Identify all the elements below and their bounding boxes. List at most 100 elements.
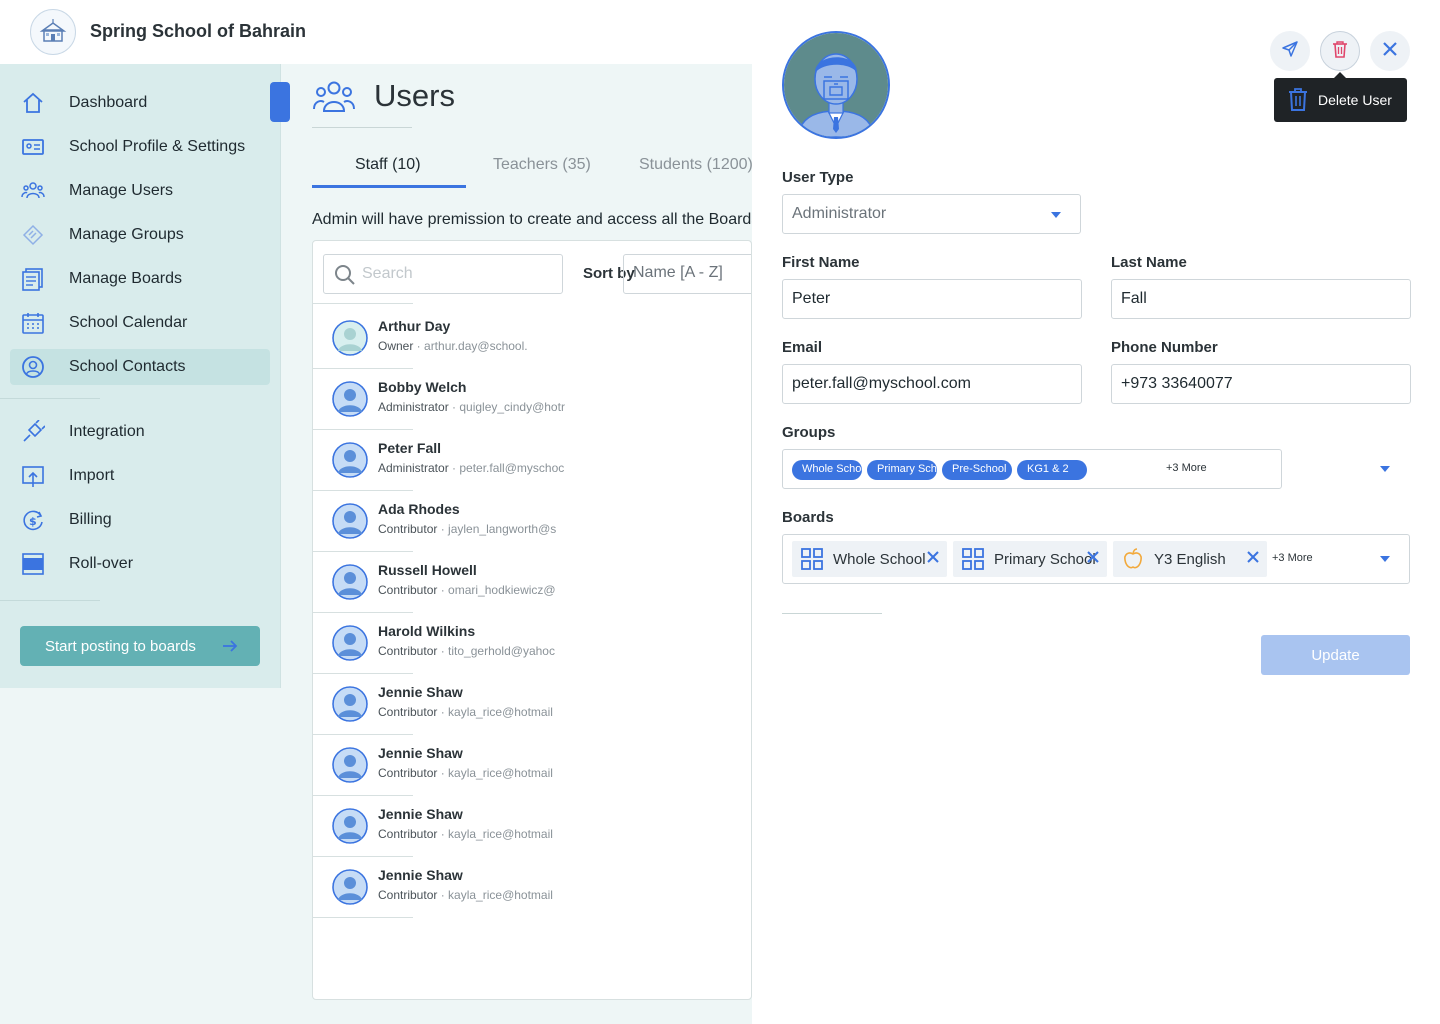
- board-chip[interactable]: Primary School: [953, 541, 1107, 577]
- remove-icon[interactable]: [927, 550, 939, 567]
- delete-user-button[interactable]: [1320, 31, 1360, 71]
- board-chip-label: Y3 English: [1154, 550, 1226, 568]
- tab-teachers[interactable]: Teachers (35): [493, 156, 591, 174]
- user-role: Administrator: [378, 400, 449, 414]
- chevron-down-icon[interactable]: [1380, 466, 1390, 472]
- sidebar-item-label: School Calendar: [69, 314, 188, 331]
- start-posting-button[interactable]: Start posting to boards: [20, 626, 260, 666]
- user-list-item[interactable]: Jennie Shaw Contributor · kayla_rice@hotm…: [313, 735, 751, 796]
- avatar: [332, 381, 368, 417]
- contact-icon: [20, 354, 46, 380]
- plug-icon: [20, 419, 46, 445]
- sidebar-item-manage-users[interactable]: Manage Users: [10, 173, 270, 209]
- user-detail-panel: Delete User User Type Administrator Firs…: [752, 0, 1440, 1024]
- chevron-down-icon[interactable]: [1380, 556, 1390, 562]
- user-list-item[interactable]: Jennie Shaw Contributor · kayla_rice@hotm…: [313, 857, 751, 918]
- search-box[interactable]: [323, 254, 563, 294]
- search-input[interactable]: [362, 263, 552, 285]
- group-chip[interactable]: Primary School: [867, 460, 937, 480]
- phone-field[interactable]: +973 33640077: [1111, 364, 1411, 404]
- email-field[interactable]: peter.fall@myschool.com: [782, 364, 1082, 404]
- tab-staff[interactable]: Staff (10): [355, 156, 421, 174]
- user-type-select[interactable]: Administrator: [782, 194, 1081, 234]
- user-list-item[interactable]: Ada Rhodes Contributor · jaylen_langworth…: [313, 491, 751, 552]
- user-email: jaylen_langworth@s: [448, 522, 557, 536]
- sidebar-item-manage-groups[interactable]: Manage Groups: [10, 217, 270, 253]
- sidebar-item-label: Billing: [69, 511, 112, 528]
- user-name: Arthur Day: [378, 318, 451, 334]
- user-email: peter.fall@myschoc: [459, 461, 565, 475]
- user-list-item[interactable]: Peter Fall Administrator · peter.fall@mys…: [313, 430, 751, 491]
- grid-icon: [962, 548, 984, 570]
- update-button[interactable]: Update: [1261, 635, 1410, 675]
- users-icon: [20, 178, 46, 204]
- sidebar-collapse-handle[interactable]: [270, 82, 290, 122]
- board-chip-label: Whole School: [833, 550, 926, 568]
- sidebar-item-billing[interactable]: $ Billing: [10, 502, 270, 538]
- avatar: [332, 320, 368, 356]
- email-label: Email: [782, 339, 823, 356]
- send-icon: [1281, 40, 1299, 63]
- sidebar-item-manage-boards[interactable]: Manage Boards: [10, 261, 270, 297]
- page-title: Users: [374, 78, 455, 113]
- import-icon: [20, 463, 46, 489]
- users-title-icon: [312, 80, 356, 119]
- sidebar-item-school-contacts[interactable]: School Contacts: [10, 349, 270, 385]
- user-list-item[interactable]: Jennie Shaw Contributor · kayla_rice@hotm…: [313, 796, 751, 857]
- start-posting-label: Start posting to boards: [45, 637, 196, 655]
- avatar: [332, 564, 368, 600]
- groups-more[interactable]: +3 More: [1166, 462, 1207, 474]
- sidebar-item-dashboard[interactable]: Dashboard: [10, 85, 270, 121]
- close-panel-button[interactable]: [1370, 31, 1410, 71]
- layers-icon: [20, 222, 46, 248]
- meta-separator: ·: [437, 583, 449, 597]
- sidebar-divider: [0, 600, 100, 601]
- user-meta: Contributor · kayla_rice@hotmail: [378, 888, 568, 902]
- user-email: kayla_rice@hotmail: [448, 827, 553, 841]
- sidebar-item-import[interactable]: Import: [10, 458, 270, 494]
- meta-separator: ·: [448, 461, 460, 475]
- active-tab-indicator: [312, 185, 466, 188]
- delete-user-tooltip: Delete User: [1274, 72, 1407, 122]
- sidebar-item-label: Roll-over: [69, 555, 134, 572]
- user-meta: Contributor · kayla_rice@hotmail: [378, 766, 568, 780]
- id-card-icon: [20, 134, 46, 160]
- svg-text:$: $: [29, 515, 37, 528]
- user-role: Contributor: [378, 888, 438, 902]
- user-list-item[interactable]: Harold Wilkins Contributor · tito_gerhold…: [313, 613, 751, 674]
- remove-icon[interactable]: [1087, 550, 1099, 567]
- school-name: Spring School of Bahrain: [90, 21, 307, 41]
- user-meta: Owner · arthur.day@school.: [378, 339, 568, 353]
- group-chip[interactable]: KG1 & 2: [1017, 460, 1087, 480]
- last-name-field[interactable]: Fall: [1111, 279, 1411, 319]
- sidebar-item-school-calendar[interactable]: School Calendar: [10, 305, 270, 341]
- billing-icon: $: [20, 507, 46, 533]
- first-name-field[interactable]: Peter: [782, 279, 1082, 319]
- group-chip[interactable]: Pre-School: [942, 460, 1012, 480]
- remove-icon[interactable]: [1247, 550, 1259, 567]
- user-meta: Contributor · tito_gerhold@yahoc: [378, 644, 568, 658]
- sidebar-item-school-profile[interactable]: School Profile & Settings: [10, 129, 270, 165]
- trash-icon: [1288, 87, 1308, 114]
- user-list-item[interactable]: Bobby Welch Administrator · quigley_cindy…: [313, 369, 751, 430]
- sidebar-item-integration[interactable]: Integration: [10, 414, 270, 450]
- tab-students[interactable]: Students (1200): [639, 156, 752, 174]
- board-chip[interactable]: Y3 English: [1113, 541, 1267, 577]
- sidebar-item-roll-over[interactable]: Roll-over: [10, 546, 270, 582]
- board-chip[interactable]: Whole School: [792, 541, 947, 577]
- user-role: Contributor: [378, 583, 438, 597]
- group-chip[interactable]: Whole School: [792, 460, 862, 480]
- send-button[interactable]: [1270, 31, 1310, 71]
- user-list-item[interactable]: Arthur Day Owner · arthur.day@school.: [313, 308, 751, 369]
- sort-select[interactable]: Name [A - Z]: [623, 254, 751, 294]
- user-email: kayla_rice@hotmail: [448, 705, 553, 719]
- avatar: [332, 503, 368, 539]
- phone-label: Phone Number: [1111, 339, 1218, 356]
- profile-avatar[interactable]: [782, 31, 890, 139]
- sidebar-item-label: Manage Users: [69, 182, 174, 199]
- boards-more[interactable]: +3 More: [1272, 552, 1313, 564]
- trash-icon: [1332, 40, 1348, 63]
- app-root: Spring School of Bahrain Dashboard Schoo…: [0, 0, 1440, 1024]
- user-list-item[interactable]: Jennie Shaw Contributor · kayla_rice@hotm…: [313, 674, 751, 735]
- user-list-item[interactable]: Russell Howell Contributor · omari_hodkie…: [313, 552, 751, 613]
